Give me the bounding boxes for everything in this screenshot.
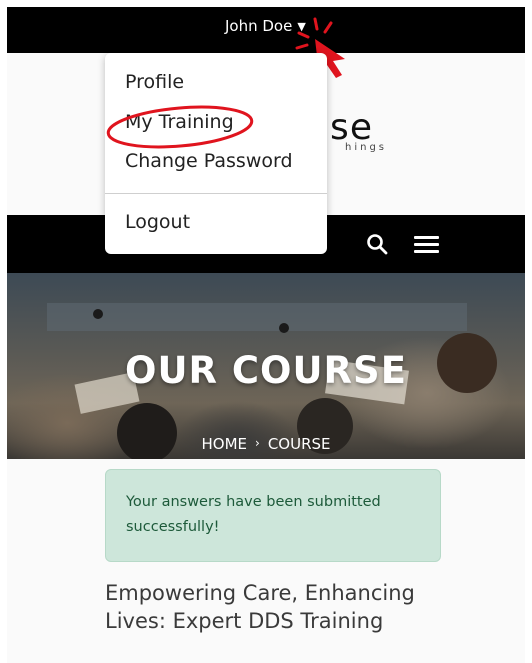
hero-photo-detail [93,309,103,319]
course-title: Empowering Care, Enhancing Lives: Expert… [105,581,415,633]
alert-message: Your answers have been submitted success… [126,494,381,535]
hero-title: OUR COURSE [125,349,407,392]
breadcrumb-home-link[interactable]: HOME [201,435,247,453]
menu-item-profile[interactable]: Profile [125,71,184,93]
success-alert: Your answers have been submitted success… [105,469,441,562]
hero-photo-detail [279,323,289,333]
breadcrumb-current: COURSE [267,435,331,453]
page: John Doe▼ ase hings MENU OUR COURSE HOME… [7,7,525,663]
logo-tagline: hings [345,142,388,153]
menu-item-my-training[interactable]: My Training [125,111,234,133]
search-icon[interactable] [366,233,388,255]
breadcrumb-separator-icon: › [255,436,260,450]
breadcrumb: HOME › COURSE [7,435,525,453]
hamburger-menu-icon[interactable] [414,236,439,254]
hero-photo-detail [47,303,467,331]
menu-divider [105,193,327,194]
menu-item-logout[interactable]: Logout [125,211,190,233]
hero-banner: OUR COURSE HOME › COURSE [7,273,525,459]
top-bar: John Doe ▼ [7,7,525,53]
user-name: John Doe [225,17,293,35]
user-dropdown-menu: Profile My Training Change Password Logo… [105,53,327,254]
menu-item-change-password[interactable]: Change Password [125,150,293,172]
